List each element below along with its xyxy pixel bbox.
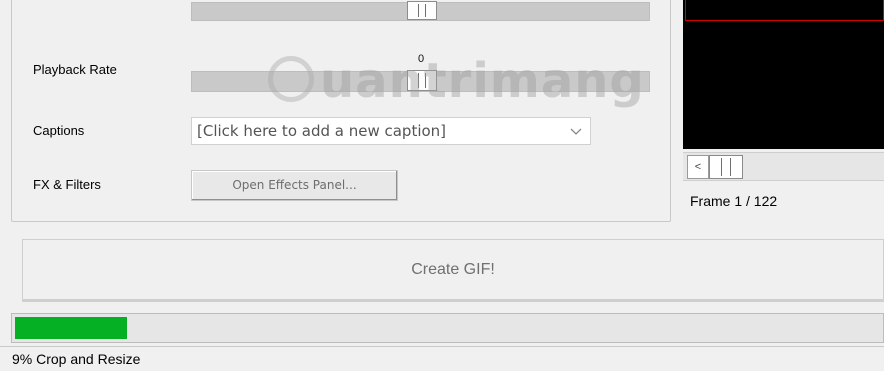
top-slider-track[interactable] — [191, 1, 650, 21]
preview-selection-rect — [685, 0, 884, 21]
playback-rate-label: Playback Rate — [33, 62, 117, 77]
progress-bar — [11, 313, 884, 343]
frame-scroll-thumb[interactable] — [709, 155, 743, 179]
caption-combobox[interactable]: [Click here to add a new caption] — [191, 117, 591, 145]
frame-counter: Frame 1 / 122 — [690, 193, 778, 209]
progress-fill — [15, 317, 127, 339]
playback-rate-thumb[interactable] — [407, 70, 437, 91]
create-gif-button[interactable]: Create GIF! — [22, 239, 884, 300]
frame-scrollbar[interactable]: < — [683, 152, 884, 181]
scroll-left-button[interactable]: < — [687, 155, 709, 179]
captions-label: Captions — [33, 123, 85, 138]
frame-preview — [683, 0, 884, 149]
caption-placeholder: [Click here to add a new caption] — [197, 122, 447, 140]
gif-creator-window: Playback Rate 0 Captions [Click here to … — [0, 0, 884, 371]
playback-rate-value: 0 — [418, 53, 425, 65]
chevron-down-icon — [570, 128, 582, 135]
open-effects-panel-button[interactable]: Open Effects Panel... — [191, 170, 398, 201]
top-slider-thumb[interactable] — [407, 1, 437, 20]
status-text: 9% Crop and Resize — [12, 351, 141, 367]
playback-rate-slider[interactable] — [191, 70, 650, 92]
status-divider — [0, 346, 884, 347]
fx-filters-label: FX & Filters — [33, 177, 101, 192]
